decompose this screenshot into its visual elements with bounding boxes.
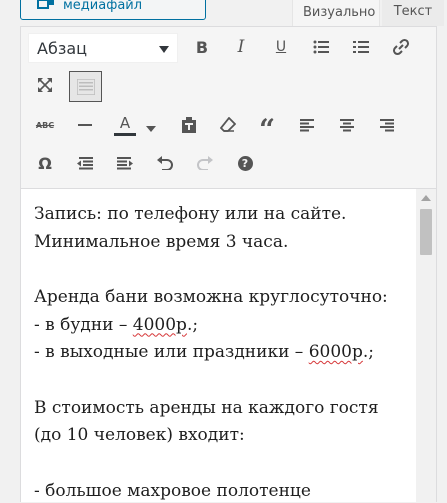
strikethrough-icon: ABC xyxy=(36,121,54,130)
link-icon xyxy=(392,38,410,56)
help-icon: ? xyxy=(238,156,253,171)
numbered-list-icon xyxy=(353,40,369,54)
indent-button[interactable] xyxy=(111,149,139,177)
misspelled-word[interactable]: 4000р xyxy=(133,315,187,335)
paste-text-icon xyxy=(181,117,197,133)
paragraph: Аренда бани возможна круглосуточно: - в … xyxy=(34,284,416,367)
text-line-suffix: .; xyxy=(363,342,374,362)
align-left-button[interactable] xyxy=(293,111,321,139)
special-character-button[interactable]: Ω xyxy=(31,149,59,177)
bold-button[interactable]: B xyxy=(188,33,216,61)
bold-icon: B xyxy=(196,38,208,57)
text-line: - большое махровое полотенце xyxy=(34,481,311,501)
strikethrough-button[interactable]: ABC xyxy=(31,111,59,139)
scrollbar[interactable] xyxy=(416,189,436,503)
text-line: В стоимость аренды на каждого гостя xyxy=(34,398,379,418)
align-left-icon xyxy=(300,119,314,132)
text-line-prefix: - в выходные или праздники – xyxy=(34,342,309,362)
align-center-button[interactable] xyxy=(333,111,361,139)
clear-formatting-icon xyxy=(220,117,236,133)
text-line: (до 10 человек) входит: xyxy=(34,425,245,445)
text-line: Аренда бани возможна круглосуточно: xyxy=(34,287,388,307)
redo-button[interactable] xyxy=(191,149,219,177)
outdent-button[interactable] xyxy=(71,149,99,177)
bullet-list-button[interactable] xyxy=(307,33,335,61)
clear-formatting-button[interactable] xyxy=(214,111,242,139)
scroll-up-arrow-icon[interactable] xyxy=(421,195,431,201)
editor-toolbar: Абзац B I U xyxy=(21,27,436,189)
undo-button[interactable] xyxy=(151,149,179,177)
italic-button[interactable]: I xyxy=(227,33,255,61)
tinymce-editor: Абзац B I U xyxy=(20,26,437,502)
fullscreen-icon xyxy=(37,77,53,93)
format-select-value: Абзац xyxy=(37,39,87,58)
text-color-icon: A xyxy=(120,115,130,131)
paragraph: - большое махровое полотенце xyxy=(34,478,416,503)
blockquote-icon: “ xyxy=(259,116,275,144)
italic-icon: I xyxy=(238,37,245,57)
bullet-list-icon xyxy=(313,40,329,54)
horizontal-line-button[interactable] xyxy=(71,111,99,139)
paste-text-button[interactable] xyxy=(175,111,203,139)
format-select[interactable]: Абзац xyxy=(28,33,178,63)
redo-icon xyxy=(197,156,213,170)
special-character-icon: Ω xyxy=(38,154,52,173)
editor-top-bar: Добавить медиафайл Визуально Текст xyxy=(0,0,447,26)
toolbar-toggle-button[interactable] xyxy=(69,71,102,102)
blockquote-button[interactable]: “ xyxy=(253,111,281,139)
fullscreen-button[interactable] xyxy=(31,71,59,99)
horizontal-line-icon xyxy=(78,123,92,127)
text-color-dropdown[interactable] xyxy=(142,115,160,143)
editor-content[interactable]: Запись: по телефону или на сайте. Минима… xyxy=(21,189,416,503)
add-media-label: Добавить медиафайл xyxy=(63,0,205,13)
add-media-button[interactable]: Добавить медиафайл xyxy=(20,0,206,20)
align-right-icon xyxy=(380,119,394,132)
link-button[interactable] xyxy=(387,33,415,61)
paragraph: В стоимость аренды на каждого гостя (до … xyxy=(34,395,416,450)
tab-visual[interactable]: Визуально xyxy=(292,0,380,26)
indent-icon xyxy=(117,157,133,170)
text-line: Запись: по телефону или на сайте. xyxy=(34,204,346,224)
help-button[interactable]: ? xyxy=(231,149,259,177)
align-center-icon xyxy=(340,119,354,132)
underline-button[interactable]: U xyxy=(267,33,295,61)
toolbar-toggle-icon xyxy=(77,79,95,95)
numbered-list-button[interactable] xyxy=(347,33,375,61)
text-line-suffix: .; xyxy=(187,315,198,335)
undo-icon xyxy=(157,156,173,170)
text-color-button[interactable]: A xyxy=(111,111,139,139)
chevron-down-icon xyxy=(146,126,156,132)
text-line: Минимальное время 3 часа. xyxy=(34,232,288,252)
align-right-button[interactable] xyxy=(373,111,401,139)
text-line-prefix: - в будни – xyxy=(34,315,133,335)
underline-icon: U xyxy=(276,39,286,55)
text-color-swatch xyxy=(114,133,136,136)
misspelled-word[interactable]: 6000р xyxy=(309,342,363,362)
paragraph: Запись: по телефону или на сайте. Минима… xyxy=(34,201,416,256)
outdent-icon xyxy=(77,157,93,170)
tab-text[interactable]: Текст xyxy=(382,0,444,26)
chevron-down-icon xyxy=(159,46,169,53)
media-icon xyxy=(37,0,57,13)
scrollbar-thumb[interactable] xyxy=(420,209,432,255)
